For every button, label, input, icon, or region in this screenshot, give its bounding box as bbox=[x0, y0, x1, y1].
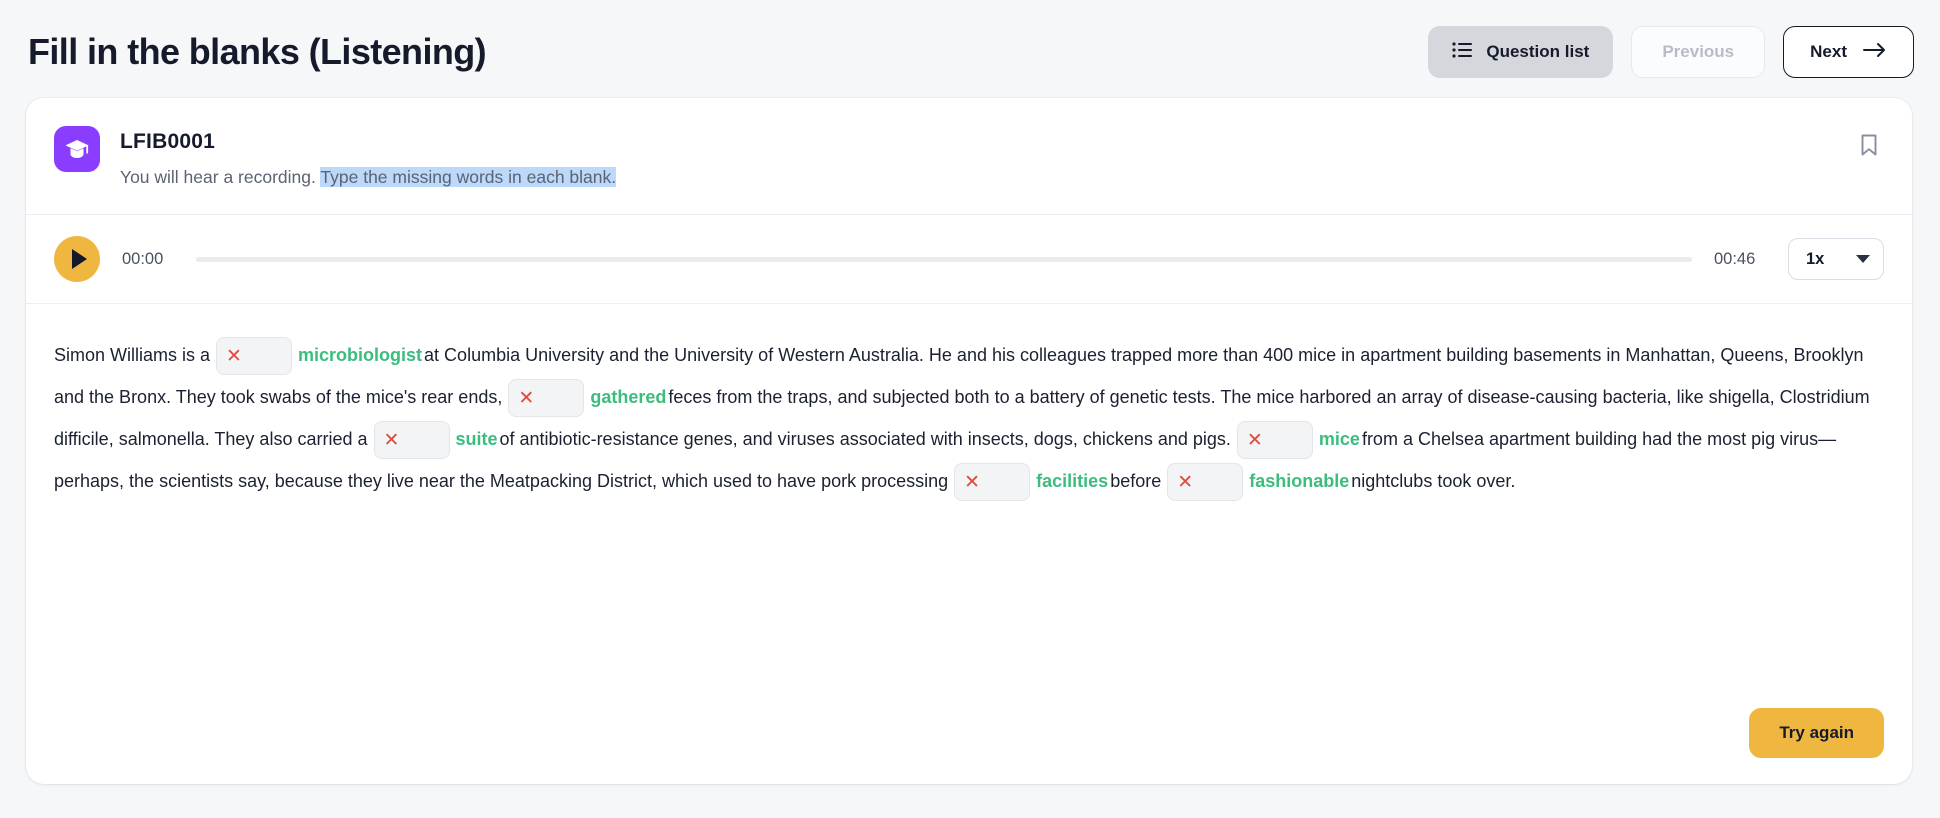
passage-segment: of antibiotic-resistance genes, and viru… bbox=[499, 429, 1231, 449]
passage-text: Simon Williams is a ✕ microbiologist at Col… bbox=[26, 304, 1912, 512]
correct-answer-6: fashionable bbox=[1249, 471, 1350, 491]
playback-speed-select[interactable]: 1x bbox=[1788, 238, 1884, 280]
duration: 00:46 bbox=[1714, 249, 1756, 268]
try-again-label: Try again bbox=[1779, 723, 1854, 742]
correct-answer-1: microbiologist bbox=[298, 345, 423, 365]
current-time: 00:00 bbox=[122, 249, 164, 268]
instruction-highlighted: Type the missing words in each blank. bbox=[320, 167, 617, 187]
previous-button[interactable]: Previous bbox=[1631, 26, 1766, 78]
correct-answer-3: suite bbox=[455, 429, 498, 449]
incorrect-icon: ✕ bbox=[1177, 471, 1194, 493]
blank-input-6[interactable]: ✕ bbox=[1167, 463, 1244, 502]
question-list-label: Question list bbox=[1486, 42, 1590, 61]
incorrect-icon: ✕ bbox=[226, 345, 242, 367]
blank-input-5[interactable]: ✕ bbox=[954, 463, 1031, 502]
chevron-down-icon bbox=[1856, 255, 1870, 263]
instruction-plain: You will hear a recording. bbox=[120, 167, 316, 187]
playback-speed-value: 1x bbox=[1806, 249, 1825, 268]
correct-answer-5: facilities bbox=[1036, 471, 1109, 491]
correct-answer-2: gathered bbox=[590, 387, 667, 407]
page-title: Fill in the blanks (Listening) bbox=[28, 31, 487, 72]
passage-segment: before bbox=[1110, 471, 1162, 491]
question-header-row: LFIB0001 You will hear a recording. Type… bbox=[54, 124, 1884, 190]
next-button[interactable]: Next bbox=[1783, 26, 1914, 78]
incorrect-icon: ✕ bbox=[964, 471, 981, 493]
question-code: LFIB0001 bbox=[120, 130, 215, 153]
progress-slider[interactable] bbox=[196, 256, 1692, 262]
incorrect-icon: ✕ bbox=[1246, 429, 1263, 451]
next-label: Next bbox=[1810, 42, 1847, 61]
play-button[interactable] bbox=[54, 236, 100, 282]
incorrect-icon: ✕ bbox=[518, 387, 535, 409]
question-list-button[interactable]: Question list bbox=[1428, 26, 1614, 78]
blank-input-1[interactable]: ✕ bbox=[216, 337, 293, 376]
play-icon bbox=[71, 249, 87, 269]
card-footer: Try again bbox=[1749, 708, 1884, 758]
question-card: LFIB0001 You will hear a recording. Type… bbox=[26, 98, 1912, 784]
blank-input-3[interactable]: ✕ bbox=[373, 421, 450, 460]
passage-segment: nightclubs took over. bbox=[1351, 471, 1516, 491]
arrow-right-icon bbox=[1863, 42, 1887, 63]
blank-input-2[interactable]: ✕ bbox=[508, 379, 585, 418]
question-meta: LFIB0001 You will hear a recording. Type… bbox=[120, 124, 617, 190]
try-again-button[interactable]: Try again bbox=[1749, 708, 1884, 758]
top-bar: Fill in the blanks (Listening) Question … bbox=[0, 0, 1940, 104]
top-bar-actions: Question list Previous Next bbox=[1428, 26, 1914, 78]
question-header: LFIB0001 You will hear a recording. Type… bbox=[26, 98, 1912, 214]
blank-input-4[interactable]: ✕ bbox=[1236, 421, 1313, 460]
question-instruction: You will hear a recording. Type the miss… bbox=[120, 164, 617, 190]
passage-segment: Simon Williams is a bbox=[54, 345, 211, 365]
list-icon bbox=[1452, 41, 1473, 63]
incorrect-icon: ✕ bbox=[383, 429, 400, 451]
correct-answer-4: mice bbox=[1318, 429, 1360, 449]
audio-player: 00:00 00:46 1x bbox=[26, 214, 1912, 304]
app-root: Fill in the blanks (Listening) Question … bbox=[0, 0, 1940, 818]
previous-label: Previous bbox=[1662, 42, 1735, 61]
bookmark-icon[interactable] bbox=[1856, 132, 1882, 158]
graduation-cap-icon bbox=[54, 126, 100, 172]
